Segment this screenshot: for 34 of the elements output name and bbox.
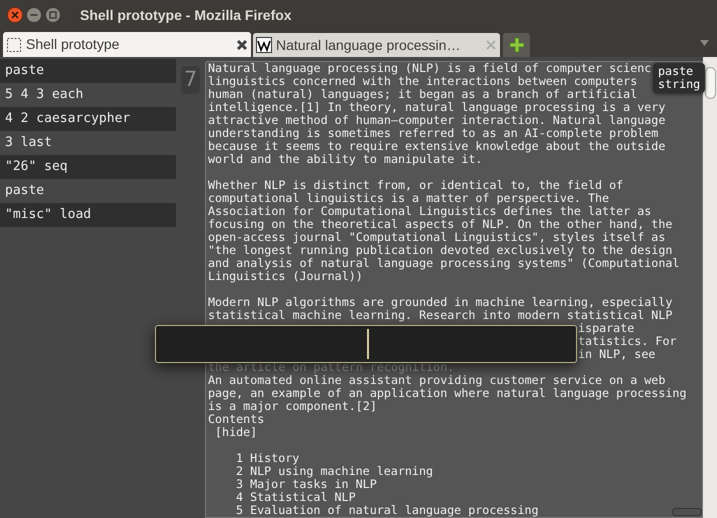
- horizontal-scrollbar-thumb[interactable]: [672, 508, 702, 516]
- contents-list: 1 History 2 NLP using machine learning 3 Major tasks in NLP 4 Statistical NLP 5 Evaluation of natural language processing: [236, 452, 539, 517]
- command-row[interactable]: 4 2 caesarcypher: [0, 107, 176, 131]
- scrollbar-thumb[interactable]: [705, 67, 716, 99]
- wiki-icon: [256, 37, 272, 53]
- paragraph: Whether NLP is distinct from, or identical to, the field of computational linguistics is a matter of perspective. The Association for Computational Linguistics defines the latter as focusing on the theoretical aspects of NLP. On the other hand, the open-access journal "Computational Linguistics", styles itself as "the longest running publication devoted exclusively to the design and analysis of natural language processing systems" (Computational Linguistics (Journal)): [208, 179, 680, 283]
- paragraph: Contents: [208, 413, 264, 426]
- dropdown-caret-icon[interactable]: [700, 40, 709, 46]
- new-tab-button[interactable]: [503, 33, 530, 57]
- command-row[interactable]: "misc" load: [0, 203, 176, 227]
- input-field[interactable]: [155, 325, 577, 363]
- tooltip: paste string: [653, 63, 706, 93]
- hide-link[interactable]: [hide]: [215, 426, 258, 439]
- stack-count: 7: [181, 66, 200, 94]
- blank-page-icon: [6, 36, 22, 52]
- text-area[interactable]: [205, 61, 703, 518]
- text-line: in NLP, see: [578, 348, 656, 361]
- command-row[interactable]: paste: [0, 179, 176, 203]
- minimize-icon[interactable]: [26, 7, 42, 23]
- window-title: Shell prototype - Mozilla Firefox: [80, 6, 292, 25]
- command-row[interactable]: 5 4 3 each: [0, 83, 176, 107]
- text-line: tatistics. For: [578, 335, 677, 348]
- paragraph: An automated online assistant providing customer service on a web page, an example of an application where natural language processing is a major component.[2]: [208, 374, 686, 413]
- command-row[interactable]: "26" seq: [0, 155, 176, 179]
- command-row[interactable]: paste: [0, 59, 176, 83]
- browser-tab[interactable]: Natural language processin…: [253, 33, 500, 57]
- close-tab-icon[interactable]: [236, 38, 248, 50]
- text-line: isparate: [578, 322, 634, 335]
- close-icon[interactable]: [7, 7, 23, 23]
- maximize-icon[interactable]: [45, 7, 61, 23]
- vertical-scrollbar[interactable]: [703, 57, 717, 518]
- plus-icon: [508, 37, 524, 53]
- browser-tab[interactable]: Shell prototype: [3, 32, 251, 57]
- command-row[interactable]: 3 last: [0, 131, 176, 155]
